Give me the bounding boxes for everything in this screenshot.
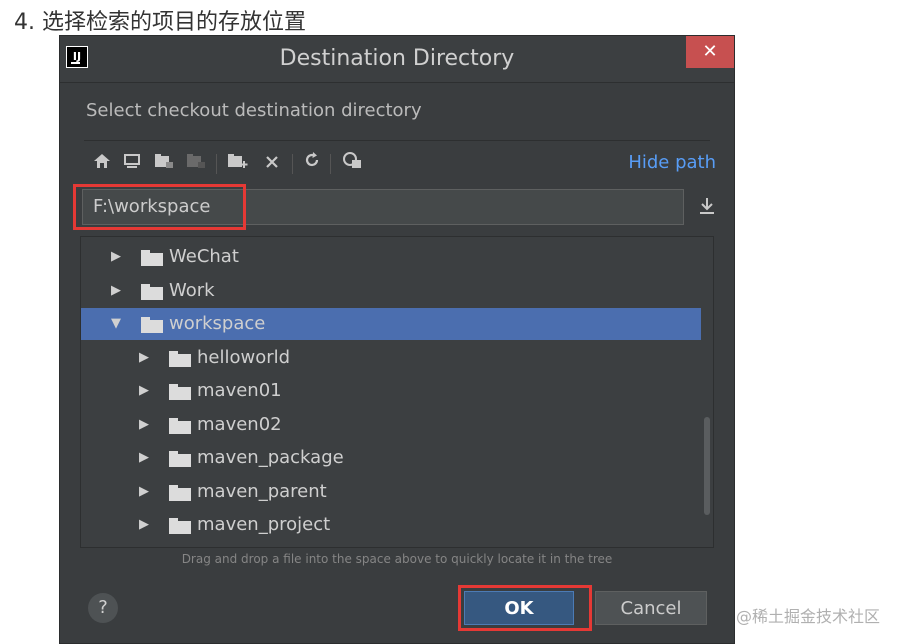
download-icon[interactable] bbox=[696, 196, 718, 220]
tree-row[interactable]: ▶ maven02 bbox=[81, 409, 701, 441]
highlight-ok-box bbox=[458, 585, 592, 631]
collapsed-arrow-icon[interactable]: ▶ bbox=[139, 509, 153, 541]
folder-icon bbox=[169, 350, 191, 367]
destination-directory-dialog: IJ Destination Directory ✕ Select checko… bbox=[59, 35, 735, 644]
folder-icon bbox=[169, 484, 191, 501]
folder-icon bbox=[169, 384, 191, 400]
project-folder-icon[interactable] bbox=[152, 150, 176, 178]
tree-row[interactable]: ▶ maven01 bbox=[81, 375, 701, 407]
toolbar-separator bbox=[292, 154, 293, 174]
collapsed-arrow-icon[interactable]: ▶ bbox=[139, 375, 153, 407]
tree-row[interactable]: ▶ maven_parent bbox=[81, 476, 701, 508]
collapsed-arrow-icon[interactable]: ▶ bbox=[139, 409, 153, 441]
tree-row-label: maven02 bbox=[197, 413, 282, 435]
directory-tree[interactable]: ▶ WeChat ▶ Work ▼ workspace ▶ helloworld ▶ maven0… bbox=[80, 236, 714, 548]
collapsed-arrow-icon[interactable]: ▶ bbox=[139, 342, 153, 374]
tree-row[interactable]: ▼ workspace bbox=[81, 308, 701, 340]
tree-row[interactable]: ▶ helloworld bbox=[81, 342, 701, 374]
collapsed-arrow-icon[interactable]: ▶ bbox=[139, 476, 153, 508]
dialog-title: Destination Directory bbox=[279, 46, 515, 71]
instruction-heading: 4. 选择检索的项目的存放位置 bbox=[14, 10, 306, 35]
module-folder-icon bbox=[184, 150, 208, 178]
show-hidden-icon[interactable] bbox=[340, 150, 364, 178]
toolbar-separator bbox=[330, 154, 331, 174]
cancel-button[interactable]: Cancel bbox=[595, 591, 707, 625]
tree-row-label: maven_project bbox=[197, 514, 331, 535]
toolbar-separator bbox=[216, 154, 217, 174]
new-folder-icon[interactable] bbox=[226, 150, 250, 178]
title-bar[interactable]: IJ Destination Directory ✕ bbox=[60, 36, 734, 83]
help-button[interactable]: ? bbox=[88, 593, 118, 623]
delete-icon[interactable] bbox=[260, 150, 284, 178]
tree-row-label: maven_package bbox=[197, 447, 344, 468]
tree-row-label: workspace bbox=[169, 313, 266, 334]
folder-icon bbox=[169, 417, 191, 434]
folder-icon bbox=[141, 250, 163, 266]
highlight-path-box bbox=[73, 184, 246, 230]
watermark: @稀土掘金技术社区 bbox=[736, 607, 881, 626]
tree-row[interactable]: ▶ Work bbox=[81, 275, 701, 307]
folder-icon bbox=[169, 451, 191, 467]
hide-path-link[interactable]: Hide path bbox=[628, 152, 716, 173]
folder-icon bbox=[169, 518, 191, 534]
tree-row-label: Work bbox=[169, 279, 215, 301]
tree-scrollbar[interactable] bbox=[704, 417, 710, 515]
tree-row[interactable]: ▶ WeChat bbox=[81, 241, 701, 273]
folder-icon bbox=[141, 283, 163, 300]
refresh-icon[interactable] bbox=[300, 150, 324, 178]
divider bbox=[84, 140, 710, 141]
desktop-icon[interactable] bbox=[120, 150, 144, 178]
tree-row-label: WeChat bbox=[169, 246, 239, 267]
folder-icon bbox=[141, 317, 163, 333]
collapsed-arrow-icon[interactable]: ▶ bbox=[111, 275, 125, 307]
expanded-arrow-icon[interactable]: ▼ bbox=[111, 308, 125, 340]
home-icon[interactable] bbox=[90, 150, 114, 178]
tree-row-label: maven_parent bbox=[197, 480, 327, 502]
tree-row[interactable]: ▶ maven_project bbox=[81, 509, 701, 541]
drag-drop-hint: Drag and drop a file into the space abov… bbox=[181, 552, 613, 566]
tree-row-label: helloworld bbox=[197, 346, 291, 368]
collapsed-arrow-icon[interactable]: ▶ bbox=[139, 442, 153, 474]
collapsed-arrow-icon[interactable]: ▶ bbox=[111, 241, 125, 273]
dialog-subtitle: Select checkout destination directory bbox=[86, 100, 422, 121]
tree-row[interactable]: ▶ maven_package bbox=[81, 442, 701, 474]
tree-row-label: maven01 bbox=[197, 380, 282, 401]
close-button[interactable]: ✕ bbox=[686, 36, 734, 68]
